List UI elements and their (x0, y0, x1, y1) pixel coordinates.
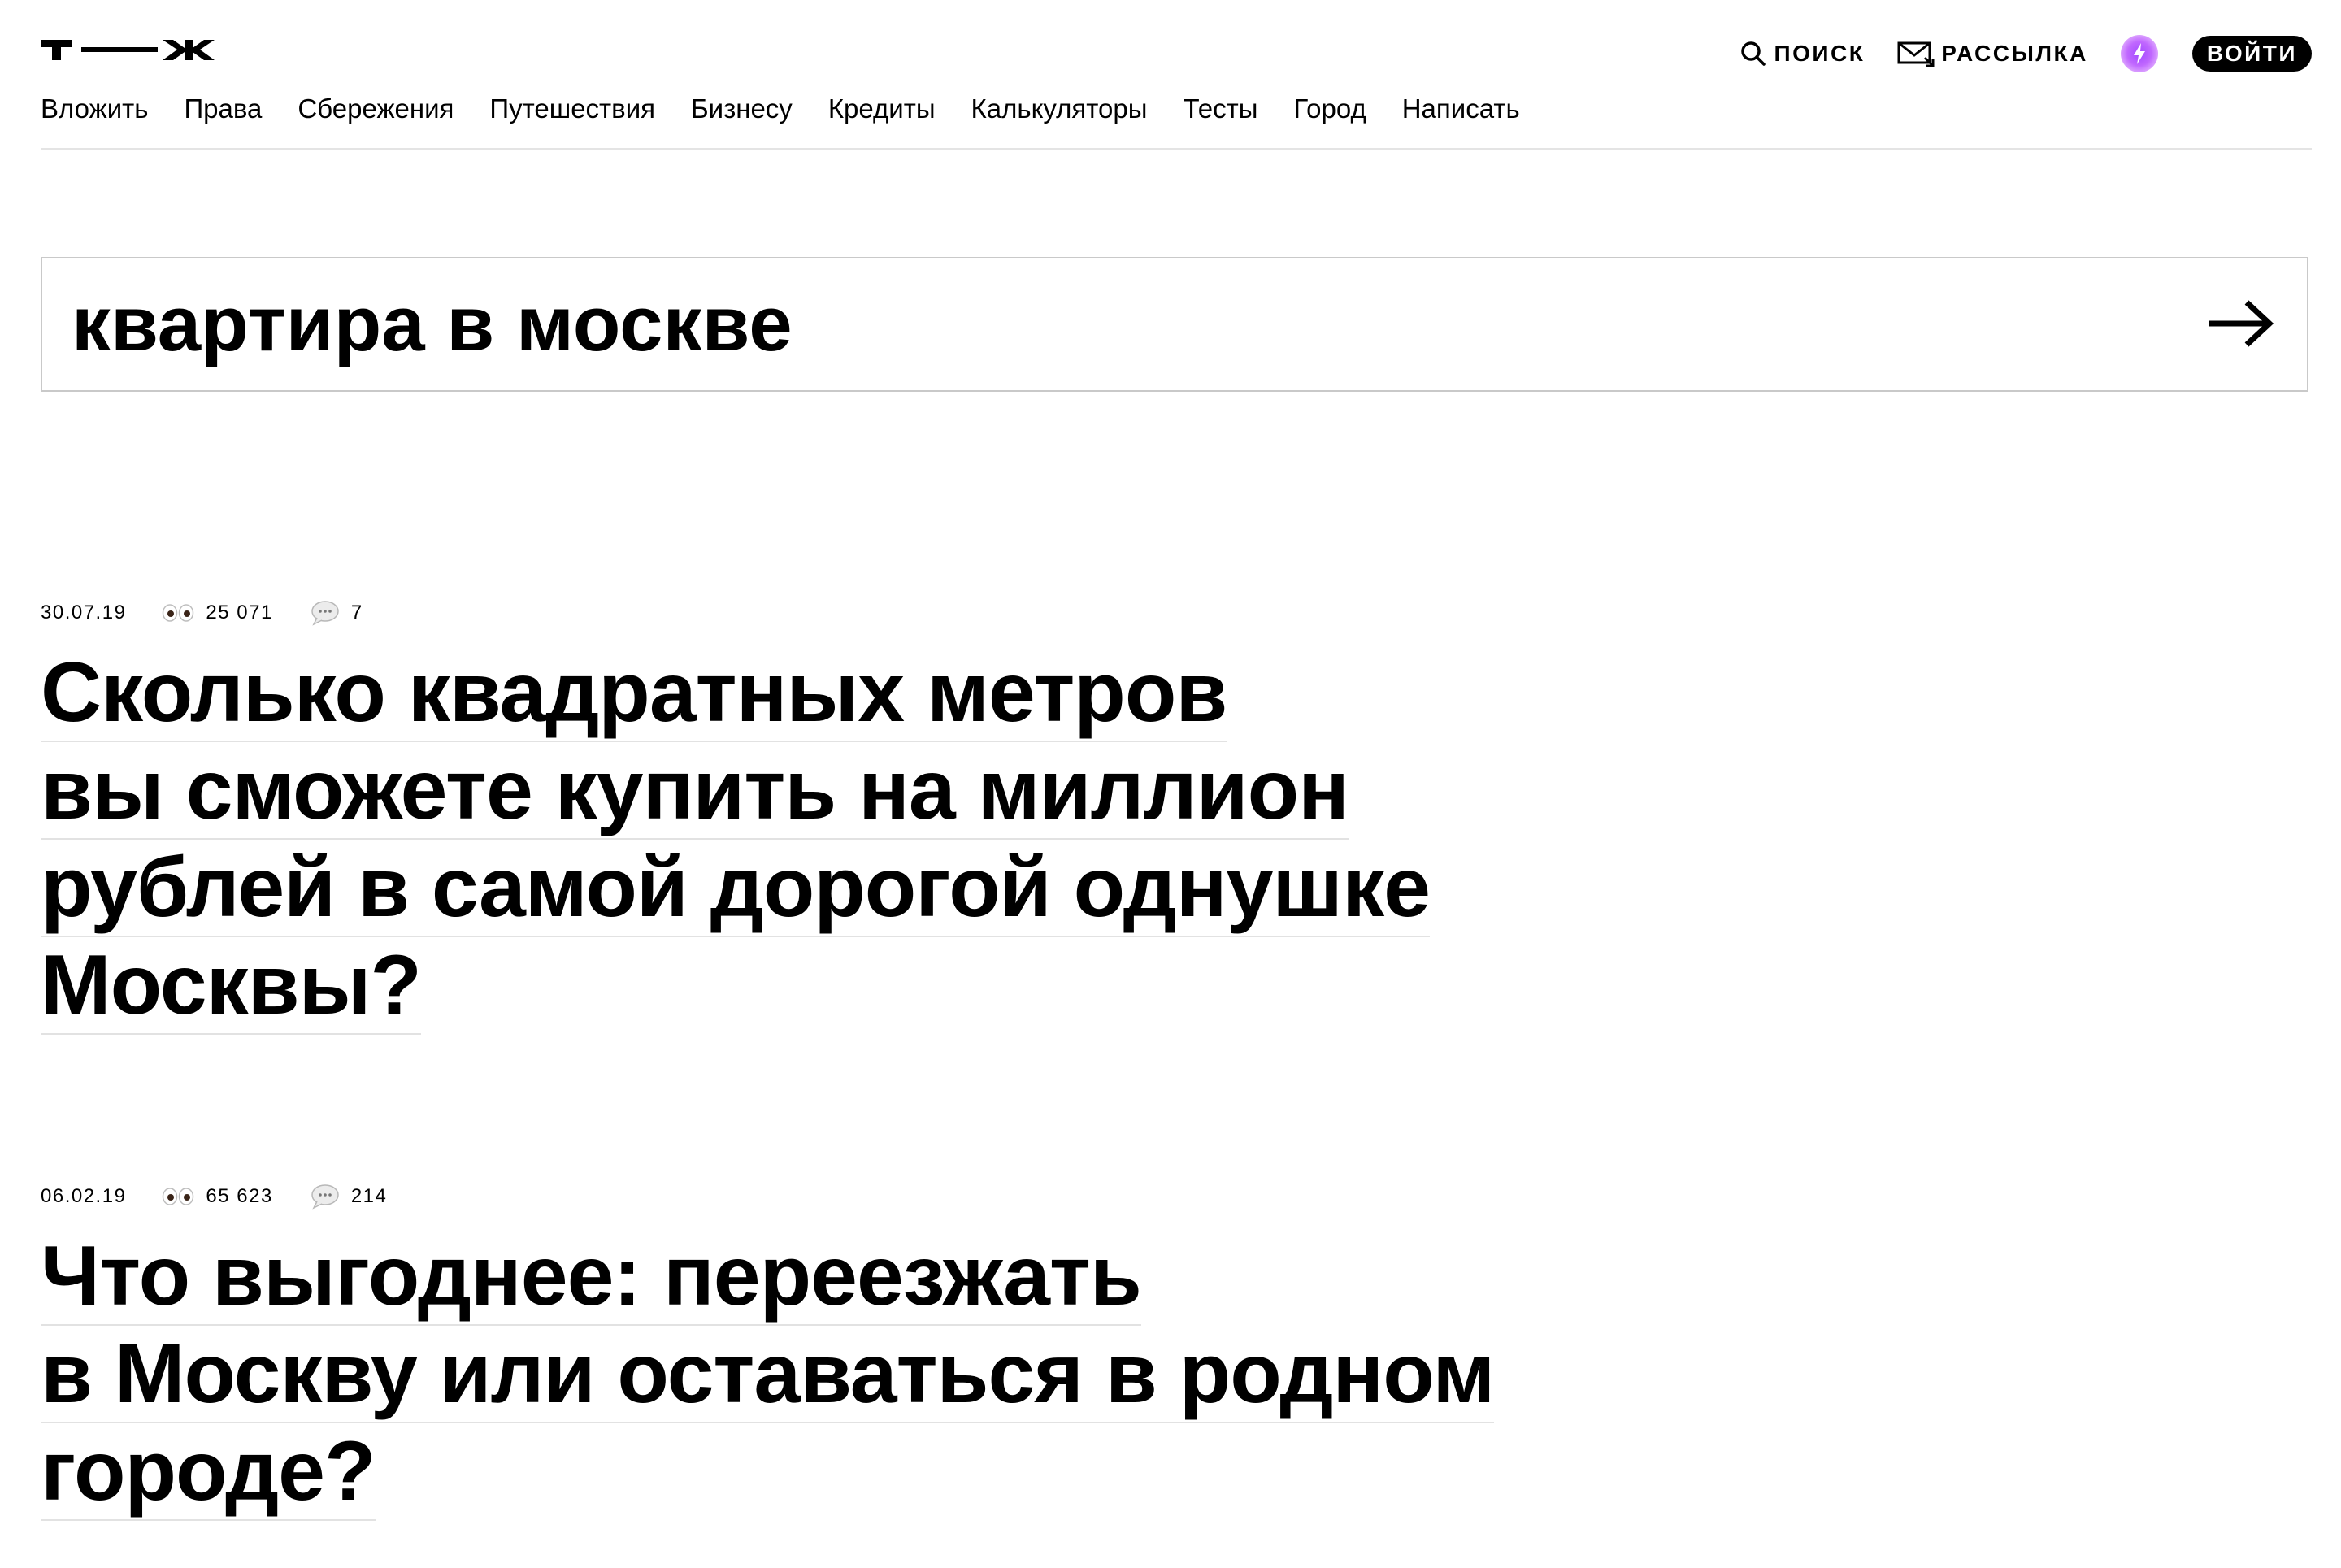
mail-icon (1897, 40, 1935, 67)
nav-item-savings[interactable]: Сбережения (298, 93, 454, 125)
article-meta: 06.02.19 65 623 214 (41, 1182, 1494, 1211)
search-result-article: 06.02.19 65 623 214 Что выгоднее: переез… (41, 1182, 1495, 1521)
article-title-line: Сколько квадратных метров (41, 645, 1227, 742)
article-comments[interactable]: 214 (311, 1184, 388, 1210)
nav-item-rights[interactable]: Права (184, 93, 262, 125)
article-views: 65 623 (162, 1185, 272, 1208)
search-result-article: 30.07.19 25 071 7 Сколько квадратных мет… (41, 598, 1431, 1035)
search-link-label: ПОИСК (1774, 41, 1865, 66)
main-nav: Вложить Права Сбережения Путешествия Биз… (41, 93, 1520, 125)
comments-count: 7 (350, 602, 363, 623)
search-box (41, 257, 2308, 392)
pro-badge[interactable] (2120, 35, 2158, 72)
site-header: Вложить Права Сбережения Путешествия Биз… (41, 0, 2312, 150)
nav-item-write[interactable]: Написать (1402, 93, 1520, 125)
lightning-icon (2133, 43, 2145, 64)
newsletter-link[interactable]: РАССЫЛКА (1897, 40, 2088, 67)
search-icon (1739, 40, 1767, 67)
nav-item-credits[interactable]: Кредиты (828, 93, 936, 125)
nav-item-travel[interactable]: Путешествия (489, 93, 655, 125)
search-link[interactable]: ПОИСК (1739, 40, 1865, 67)
nav-item-business[interactable]: Бизнесу (691, 93, 793, 125)
tzh-logo[interactable] (41, 36, 215, 63)
views-count: 25 071 (206, 602, 273, 623)
nav-item-tests[interactable]: Тесты (1183, 93, 1257, 125)
search-input[interactable] (72, 258, 2152, 390)
comment-bubble-icon (311, 600, 340, 626)
login-button[interactable]: ВОЙТИ (2191, 36, 2312, 72)
nav-item-calculators[interactable]: Калькуляторы (971, 93, 1148, 125)
article-title-line: рублей в самой дорогой однушке (41, 840, 1431, 937)
comment-bubble-icon (311, 1184, 340, 1210)
article-title-link[interactable]: Сколько квадратных метров вы сможете куп… (41, 644, 1431, 1035)
views-count: 65 623 (206, 1185, 273, 1207)
article-title-line: Что выгоднее: переезжать (41, 1228, 1142, 1326)
eyes-icon (162, 1187, 194, 1206)
article-title-link[interactable]: Что выгоднее: переезжать в Москву или ос… (41, 1227, 1495, 1521)
article-meta: 30.07.19 25 071 7 (41, 598, 1430, 628)
arrow-right-icon[interactable] (2206, 298, 2274, 350)
newsletter-link-label: РАССЫЛКА (1941, 41, 2088, 66)
article-date: 06.02.19 (41, 1185, 127, 1207)
article-title-line: вы сможете купить на миллион (41, 742, 1349, 840)
article-title-line: городе? (41, 1423, 376, 1521)
nav-item-city[interactable]: Город (1293, 93, 1366, 125)
article-date: 30.07.19 (41, 602, 127, 623)
header-actions: ПОИСК РАССЫЛКА ВОЙТИ (1739, 33, 2312, 75)
article-title-line: Москвы? (41, 937, 422, 1035)
comments-count: 214 (350, 1185, 388, 1207)
article-comments[interactable]: 7 (311, 600, 363, 626)
nav-item-invest[interactable]: Вложить (41, 93, 148, 125)
eyes-icon (162, 603, 194, 623)
article-views: 25 071 (162, 602, 272, 624)
article-title-line: в Москву или оставаться в родном (41, 1326, 1495, 1423)
